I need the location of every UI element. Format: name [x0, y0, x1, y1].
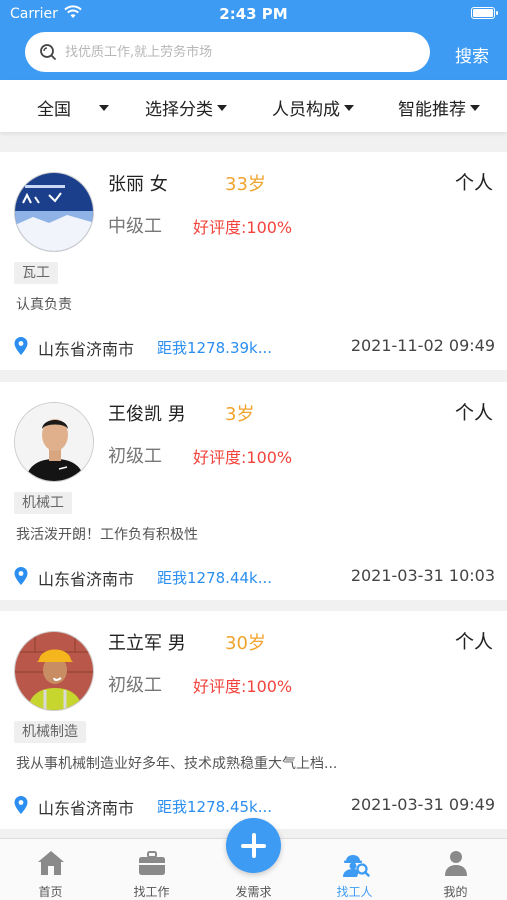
worker-description: 认真负责 [16, 297, 72, 313]
skill-tag: 机械制造 [14, 721, 86, 743]
caret-down-icon [470, 105, 480, 111]
worker-date: 2021-11-02 09:49 [350, 336, 495, 355]
tab-find-worker-label: 找工人 [336, 885, 373, 899]
worker-type: 个人 [454, 172, 493, 194]
worker-name: 王俊凯 男 [108, 404, 186, 425]
filter-composition-label: 人员构成 [272, 100, 340, 120]
filter-bar: 全国 选择分类 人员构成 智能推荐 [0, 80, 507, 132]
skill-tag: 瓦工 [14, 262, 58, 284]
status-bar: Carrier 2:43 PM [0, 0, 507, 28]
skill-tag: 机械工 [14, 492, 72, 514]
filter-region[interactable]: 全国 [37, 95, 109, 120]
worker-card[interactable]: 王立军 男 30岁 个人 初级工 好评度:100% 机械制造 我从事机械制造业好… [0, 611, 507, 829]
search-button[interactable]: 搜索 [455, 42, 489, 67]
post-demand-button[interactable] [226, 818, 281, 873]
tab-post-label: 发需求 [235, 885, 272, 899]
worker-card[interactable]: 张丽 女 33岁 个人 中级工 好评度:100% 瓦工 认真负责 山东省济南市 … [0, 152, 507, 370]
worker-location: 山东省济南市 [38, 340, 135, 359]
worker-age: 33岁 [225, 174, 266, 195]
location-pin-icon [14, 337, 28, 355]
tab-find-job-label: 找工作 [133, 885, 170, 899]
status-time: 2:43 PM [219, 5, 288, 23]
worker-distance: 距我1278.44k... [157, 569, 273, 587]
worker-rating: 好评度:100% [193, 448, 293, 467]
top-header: Carrier 2:43 PM 搜索 [0, 0, 507, 80]
worker-name: 王立军 男 [108, 633, 186, 654]
search-icon [40, 44, 56, 60]
worker-location: 山东省济南市 [38, 570, 135, 589]
filter-sort-label: 智能推荐 [398, 100, 466, 120]
worker-name: 张丽 女 [108, 174, 168, 195]
worker-search-icon [343, 855, 370, 877]
worker-date: 2021-03-31 10:03 [350, 566, 495, 585]
worker-distance: 距我1278.39k... [157, 339, 273, 357]
filter-category-label: 选择分类 [145, 100, 213, 120]
user-icon [445, 851, 467, 876]
worker-age: 30岁 [225, 633, 266, 654]
filter-category[interactable]: 选择分类 [145, 95, 227, 120]
worker-card[interactable]: 王俊凯 男 3岁 个人 初级工 好评度:100% 机械工 我活泼开朗！工作负有积… [0, 382, 507, 600]
worker-type: 个人 [454, 402, 493, 424]
worker-level: 中级工 [108, 216, 162, 237]
location-pin-icon [14, 796, 28, 814]
avatar [14, 172, 94, 252]
home-icon [38, 851, 64, 875]
avatar [14, 402, 94, 482]
filter-sort[interactable]: 智能推荐 [398, 95, 480, 120]
briefcase-icon [139, 851, 165, 875]
caret-down-icon [344, 105, 354, 111]
filter-composition[interactable]: 人员构成 [272, 95, 354, 120]
search-box[interactable] [25, 32, 430, 72]
tab-mine-label: 我的 [443, 885, 468, 899]
filter-region-label: 全国 [37, 100, 71, 120]
worker-rating: 好评度:100% [193, 218, 293, 237]
worker-age: 3岁 [225, 404, 255, 425]
tab-home[interactable]: 首页 [0, 839, 101, 900]
tab-home-label: 首页 [38, 885, 63, 899]
tab-find-job[interactable]: 找工作 [101, 839, 202, 900]
worker-date: 2021-03-31 09:49 [350, 795, 495, 814]
caret-down-icon [217, 105, 227, 111]
worker-distance: 距我1278.45k... [157, 798, 273, 816]
location-pin-icon [14, 567, 28, 585]
tab-find-worker[interactable]: 找工人 [304, 839, 405, 900]
worker-description: 我从事机械制造业好多年、技术成熟稳重大气上档... [16, 756, 338, 772]
worker-level: 初级工 [108, 675, 162, 696]
worker-description: 我活泼开朗！工作负有积极性 [16, 527, 198, 543]
worker-level: 初级工 [108, 446, 162, 467]
tab-mine[interactable]: 我的 [405, 839, 506, 900]
avatar [14, 631, 94, 711]
worker-location: 山东省济南市 [38, 799, 135, 818]
caret-down-icon [99, 105, 109, 111]
search-input[interactable] [65, 40, 415, 64]
worker-type: 个人 [454, 631, 493, 653]
battery-icon [471, 7, 498, 19]
worker-rating: 好评度:100% [193, 677, 293, 696]
